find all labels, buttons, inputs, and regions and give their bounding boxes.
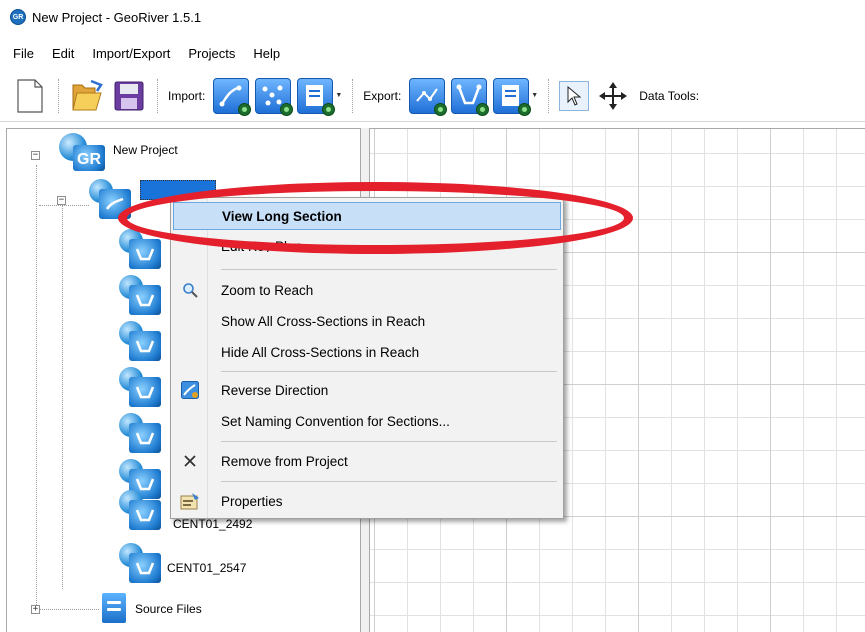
tree-section-node[interactable]: CENT01_2547 — [119, 543, 246, 583]
menu-item-label: Hide All Cross-Sections in Reach — [221, 344, 420, 360]
new-project-button[interactable] — [12, 78, 48, 114]
menu-item-view-long-section[interactable]: View Long Section — [173, 202, 561, 230]
menu-item-edit-key-plan[interactable]: Edit Key Plan — [173, 238, 561, 252]
export-dropdown-arrow[interactable]: ▼ — [531, 92, 538, 99]
import-plug-icon — [322, 102, 336, 116]
import-reach-button[interactable] — [213, 77, 252, 116]
tree-section-node[interactable] — [119, 229, 161, 269]
import-file-button[interactable] — [297, 77, 336, 116]
tree-connector — [36, 165, 37, 605]
toolbar-separator — [548, 78, 550, 113]
source-files-label: Source Files — [135, 602, 202, 616]
save-project-button[interactable] — [111, 78, 147, 114]
menu-item-zoom-to-reach[interactable]: Zoom to Reach — [173, 276, 561, 304]
tree-root-label: New Project — [113, 143, 178, 157]
tree-section-label: CENT01_2492 — [173, 517, 253, 531]
menu-separator — [221, 441, 557, 442]
select-tool-button[interactable] — [559, 80, 590, 111]
menu-item-reverse-direction[interactable]: Reverse Direction — [173, 376, 561, 404]
tree-connector — [39, 205, 89, 206]
menu-item-remove-from-project[interactable]: Remove from Project — [173, 447, 561, 475]
context-menu: View Long Section Edit Key Plan Zoom to … — [170, 197, 564, 519]
reach-collapse-toggle[interactable]: − — [57, 196, 66, 205]
move-arrows-icon — [599, 81, 628, 110]
tree-connector — [62, 201, 63, 589]
open-folder-icon — [72, 79, 103, 110]
cursor-arrow-icon — [567, 85, 582, 106]
menu-item-label: Remove from Project — [221, 453, 348, 469]
toolbar-separator — [352, 78, 354, 113]
window-title: New Project - GeoRiver 1.5.1 — [32, 9, 202, 25]
cross-section-icon — [119, 543, 161, 583]
import-dropdown-arrow[interactable]: ▼ — [335, 92, 342, 99]
menu-bar: File Edit Import/Export Projects Help — [0, 42, 289, 64]
cross-section-icon — [119, 229, 161, 269]
menu-item-label: View Long Section — [222, 208, 342, 224]
magnifier-icon — [173, 282, 207, 298]
tree-section-label: CENT01_2547 — [167, 561, 247, 575]
menu-item-label: Properties — [221, 493, 283, 509]
menu-item-label: Edit Key Plan — [221, 239, 303, 252]
import-label: Import: — [168, 88, 206, 103]
new-document-icon — [17, 78, 43, 113]
source-files-icon — [99, 593, 129, 625]
reach-icon — [89, 179, 131, 219]
menu-separator — [221, 481, 557, 482]
source-files-expand-toggle[interactable]: + — [31, 605, 40, 614]
root-collapse-toggle[interactable]: − — [31, 151, 40, 160]
import-plug-icon — [280, 102, 294, 116]
toolbar: Import: ▼ Export: ▼ Data Tools: — [0, 70, 865, 122]
tree-section-node[interactable] — [119, 321, 161, 361]
cross-section-icon — [119, 275, 161, 315]
export-section-button[interactable] — [451, 77, 490, 116]
cross-section-icon — [119, 321, 161, 361]
menu-projects[interactable]: Projects — [179, 46, 244, 61]
menu-separator — [221, 269, 557, 270]
import-points-button[interactable] — [255, 77, 294, 116]
menu-item-label: Reverse Direction — [221, 382, 329, 398]
export-plug-icon — [476, 102, 490, 116]
export-points-button[interactable] — [409, 77, 448, 116]
tree-source-files-node[interactable]: Source Files — [99, 593, 202, 625]
menu-item-label: Show All Cross-Sections in Reach — [221, 313, 426, 329]
menu-import-export[interactable]: Import/Export — [83, 46, 179, 61]
menu-file[interactable]: File — [4, 46, 43, 61]
export-label: Export: — [363, 88, 402, 103]
tree-section-node[interactable] — [119, 413, 161, 453]
menu-item-properties[interactable]: Properties — [173, 487, 561, 515]
reverse-direction-icon — [173, 381, 207, 399]
menu-help[interactable]: Help — [244, 46, 289, 61]
menu-item-show-all-cross-sections[interactable]: Show All Cross-Sections in Reach — [173, 307, 561, 335]
menu-edit[interactable]: Edit — [43, 46, 83, 61]
data-tools-label: Data Tools: — [639, 88, 700, 103]
menu-item-hide-all-cross-sections[interactable]: Hide All Cross-Sections in Reach — [173, 338, 561, 366]
menu-item-label: Set Naming Convention for Sections... — [221, 413, 450, 429]
open-project-button[interactable] — [69, 78, 105, 114]
tree-reach-node[interactable] — [89, 179, 131, 219]
tree-section-node[interactable] — [119, 275, 161, 315]
export-file-button[interactable] — [493, 77, 532, 116]
title-bar: GR New Project - GeoRiver 1.5.1 — [0, 0, 865, 34]
pan-tool-button[interactable] — [595, 78, 631, 114]
app-icon: GR — [10, 9, 26, 25]
save-disk-icon — [114, 81, 144, 110]
export-plug-icon — [518, 102, 532, 116]
cross-section-icon — [119, 490, 161, 530]
toolbar-separator — [58, 78, 59, 113]
tree-section-node[interactable] — [119, 367, 161, 407]
georiver-project-icon: GR — [59, 133, 107, 173]
menu-item-label: Zoom to Reach — [221, 282, 314, 298]
properties-icon — [173, 492, 207, 510]
cross-section-icon — [119, 367, 161, 407]
import-plug-icon — [238, 102, 252, 116]
toolbar-separator — [157, 78, 158, 113]
cross-section-icon — [119, 413, 161, 453]
close-x-icon — [173, 454, 207, 468]
menu-separator — [221, 371, 557, 372]
export-plug-icon — [434, 102, 448, 116]
tree-connector — [39, 609, 99, 610]
menu-item-set-naming-convention[interactable]: Set Naming Convention for Sections... — [173, 407, 561, 435]
tree-root-node[interactable]: GR New Project — [59, 133, 178, 173]
